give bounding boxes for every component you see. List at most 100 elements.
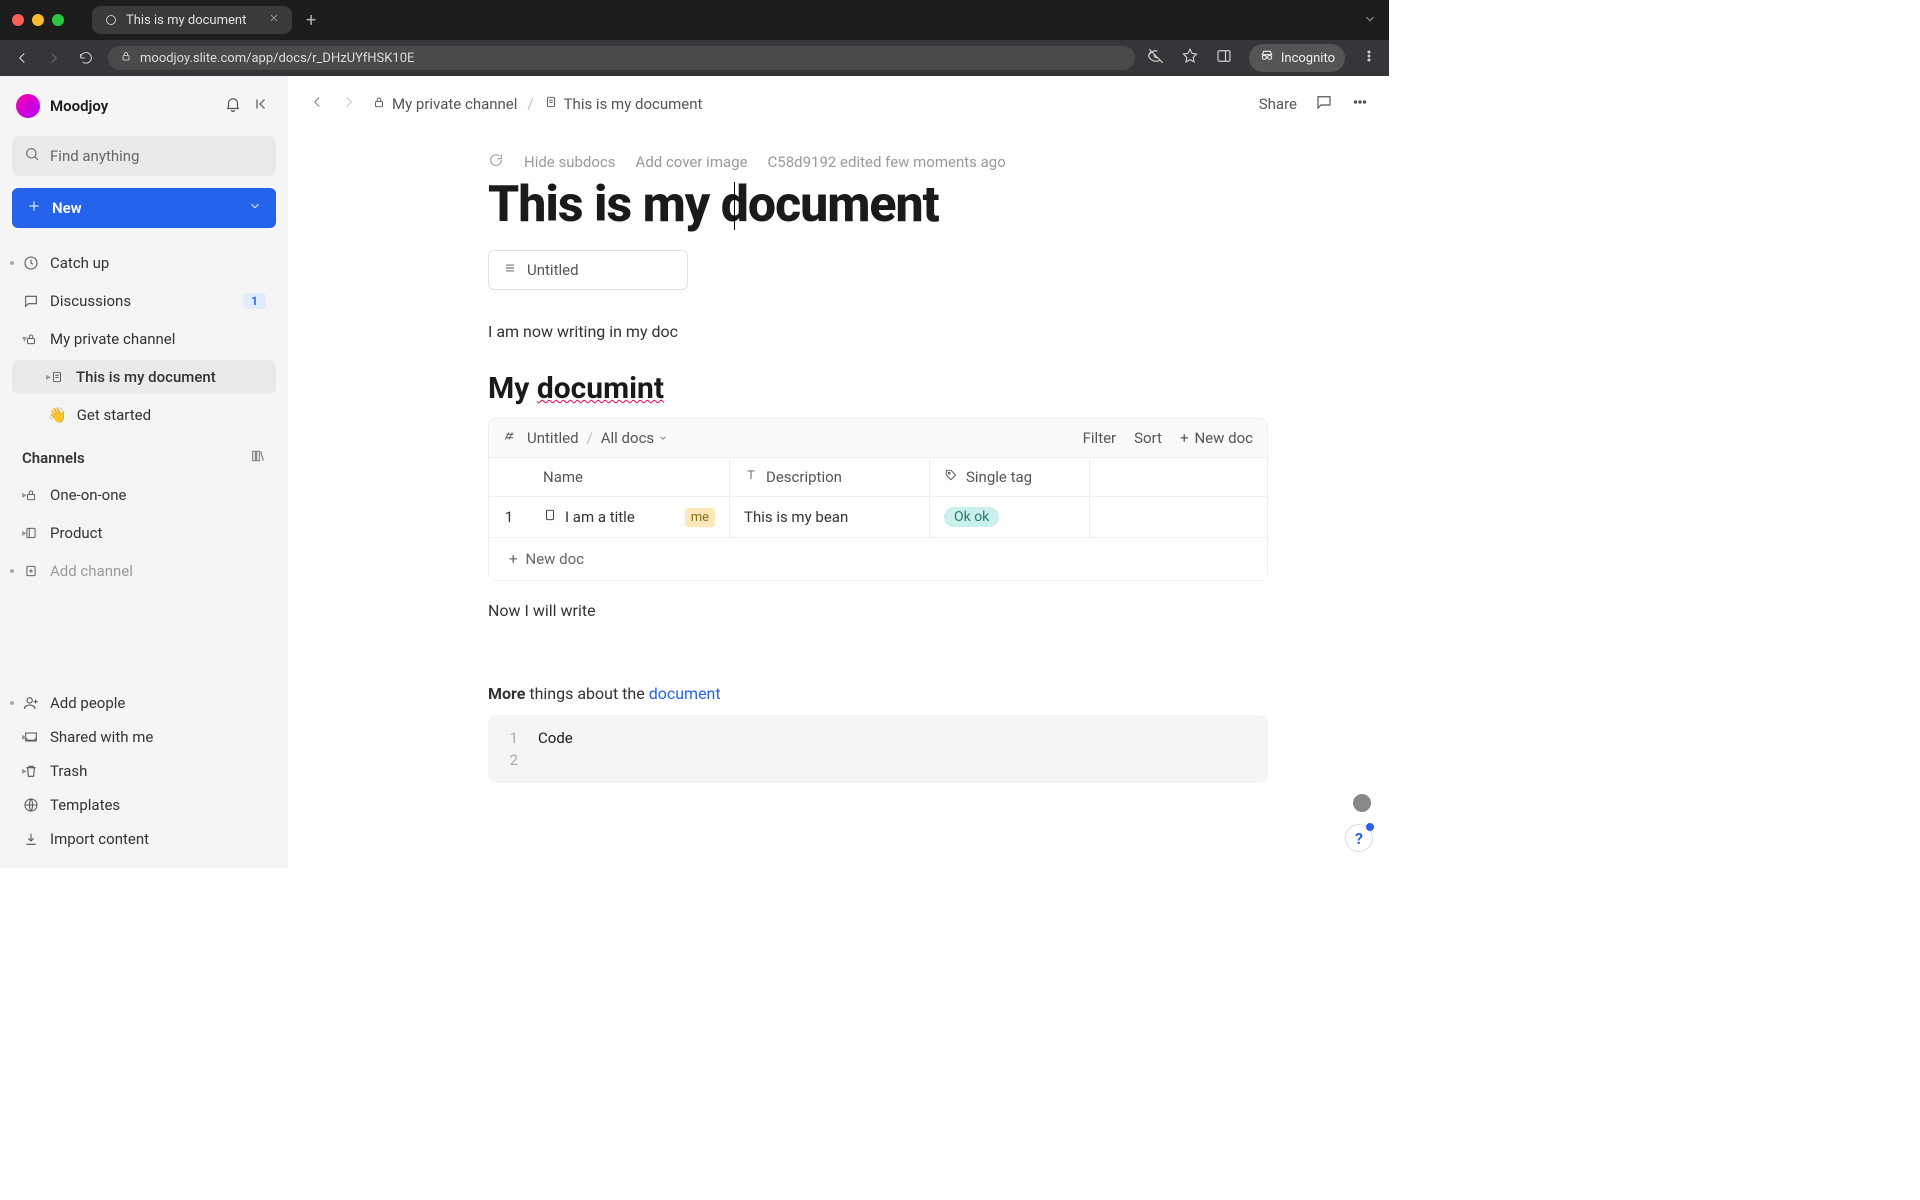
tab-favicon-icon: [104, 13, 118, 27]
sidebar-item-private-channel[interactable]: ▾ My private channel: [12, 322, 276, 356]
sidebar-item-discussions[interactable]: Discussions 1: [12, 284, 276, 318]
close-window-button[interactable]: [12, 14, 24, 26]
table-path-all[interactable]: All docs: [601, 429, 668, 447]
chevron-down-icon[interactable]: [248, 199, 262, 217]
refresh-icon[interactable]: [488, 152, 504, 172]
subdoc-label: Untitled: [527, 261, 579, 279]
row-tag-cell[interactable]: Ok ok: [929, 497, 1089, 537]
breadcrumb-separator: /: [587, 429, 593, 447]
table-col-description[interactable]: Description: [729, 458, 929, 496]
hide-subdocs-button[interactable]: Hide subdocs: [524, 153, 616, 171]
tag-pill: Ok ok: [944, 507, 999, 527]
table-col-number: [489, 458, 529, 496]
chevron-right-icon[interactable]: ▸: [46, 372, 51, 383]
table-path-title[interactable]: Untitled: [527, 429, 579, 447]
eye-off-icon[interactable]: [1147, 47, 1165, 69]
chevron-right-icon[interactable]: ▸: [22, 490, 27, 501]
doc-icon: [543, 508, 557, 526]
forward-button[interactable]: [44, 48, 64, 68]
lock-icon: [120, 50, 132, 66]
table-col-name[interactable]: Name: [529, 458, 729, 496]
new-button[interactable]: New: [12, 188, 276, 228]
doc-link[interactable]: document: [649, 684, 721, 703]
incognito-icon: [1259, 48, 1275, 68]
row-empty-cell[interactable]: [1089, 497, 1267, 537]
bell-icon[interactable]: [224, 95, 242, 117]
globe-icon: [22, 796, 40, 814]
table-col-empty[interactable]: [1089, 458, 1267, 496]
table-footer-new-doc[interactable]: + New doc: [489, 537, 1267, 580]
sidebar-item-label: Product: [50, 524, 102, 542]
breadcrumb-channel[interactable]: My private channel: [372, 95, 517, 113]
new-tab-button[interactable]: +: [306, 10, 316, 31]
row-number: 1: [489, 497, 529, 537]
sidebar-item-add-people[interactable]: Add people: [12, 686, 276, 720]
document-body[interactable]: Hide subdocs Add cover image C58d9192 ed…: [288, 132, 1268, 823]
kebab-menu-icon[interactable]: [1361, 48, 1377, 68]
library-icon[interactable]: [250, 448, 266, 468]
row-desc-cell[interactable]: This is my bean: [729, 497, 929, 537]
incognito-badge[interactable]: Incognito: [1249, 44, 1345, 72]
sidebar-item-product[interactable]: ▸ Product: [12, 516, 276, 550]
address-bar[interactable]: moodjoy.slite.com/app/docs/r_DHzUYfHSK10…: [108, 46, 1135, 70]
chevron-right-icon[interactable]: ▸: [22, 766, 27, 777]
heading-2[interactable]: My documint: [488, 371, 1268, 406]
text-cursor: [734, 182, 735, 230]
share-button[interactable]: Share: [1259, 95, 1297, 113]
minimize-window-button[interactable]: [32, 14, 44, 26]
subdoc-pill[interactable]: Untitled: [488, 250, 688, 290]
close-tab-icon[interactable]: [268, 12, 280, 28]
comment-icon[interactable]: [1315, 93, 1333, 115]
table-col-tag[interactable]: Single tag: [929, 458, 1089, 496]
sidebar-item-catch-up[interactable]: Catch up: [12, 246, 276, 280]
back-button[interactable]: [12, 48, 32, 68]
search-input[interactable]: Find anything: [12, 136, 276, 176]
paragraph-1[interactable]: I am now writing in my doc: [488, 322, 1268, 341]
filter-button[interactable]: Filter: [1083, 429, 1117, 447]
collapse-sidebar-icon[interactable]: [254, 95, 272, 117]
tab-overflow-icon[interactable]: [1363, 11, 1377, 30]
panel-icon[interactable]: [1215, 47, 1233, 69]
sidebar-item-label: Add channel: [50, 562, 133, 580]
sidebar-item-shared-with-me[interactable]: ▸ Shared with me: [12, 720, 276, 754]
workspace-switcher[interactable]: Moodjoy: [12, 88, 276, 124]
sidebar-item-label: This is my document: [76, 368, 216, 386]
breadcrumb-separator: /: [527, 95, 533, 113]
help-button[interactable]: ?: [1345, 824, 1373, 852]
sidebar-item-templates[interactable]: Templates: [12, 788, 276, 822]
text-icon: [744, 468, 758, 486]
more-icon[interactable]: [1351, 93, 1369, 115]
chevron-right-icon[interactable]: ▸: [22, 732, 27, 743]
doc-title-text: This is my document: [488, 176, 939, 234]
row-name-cell[interactable]: I am a title me: [529, 497, 729, 537]
maximize-window-button[interactable]: [52, 14, 64, 26]
table-new-doc-button[interactable]: + New doc: [1180, 429, 1253, 447]
wave-emoji-icon: 👋: [48, 406, 67, 424]
paragraph-2[interactable]: Now I will write: [488, 601, 1268, 620]
chevron-down-icon[interactable]: ▾: [22, 334, 27, 345]
sidebar-item-current-doc[interactable]: ▸ This is my document: [12, 360, 276, 394]
star-icon[interactable]: [1181, 47, 1199, 69]
doc-title[interactable]: This is my document: [488, 176, 1268, 234]
browser-tab[interactable]: This is my document: [92, 6, 292, 34]
sidebar-item-label: Templates: [50, 796, 120, 814]
code-line[interactable]: Code: [538, 729, 573, 747]
sidebar-item-import[interactable]: Import content: [12, 822, 276, 856]
heading-text-err: documint: [537, 371, 664, 406]
sidebar-item-trash[interactable]: ▸ Trash: [12, 754, 276, 788]
breadcrumb-doc[interactable]: This is my document: [544, 95, 703, 113]
notification-dot: [1366, 823, 1374, 831]
code-block[interactable]: 1Code 2: [488, 715, 1268, 783]
paragraph-more[interactable]: More things about the document: [488, 684, 1268, 703]
sidebar-item-add-channel[interactable]: Add channel: [12, 554, 276, 588]
doc-forward-button[interactable]: [340, 93, 358, 115]
sidebar-item-get-started[interactable]: 👋 Get started: [12, 398, 276, 432]
add-cover-button[interactable]: Add cover image: [636, 153, 748, 171]
chevron-right-icon[interactable]: ▸: [22, 528, 27, 539]
sidebar-item-one-on-one[interactable]: ▸ One-on-one: [12, 478, 276, 512]
reload-button[interactable]: [76, 48, 96, 68]
table-row[interactable]: 1 I am a title me This is my bean Ok ok: [489, 497, 1267, 537]
sort-button[interactable]: Sort: [1134, 429, 1162, 447]
doc-back-button[interactable]: [308, 93, 326, 115]
presence-avatar[interactable]: [1353, 794, 1371, 812]
